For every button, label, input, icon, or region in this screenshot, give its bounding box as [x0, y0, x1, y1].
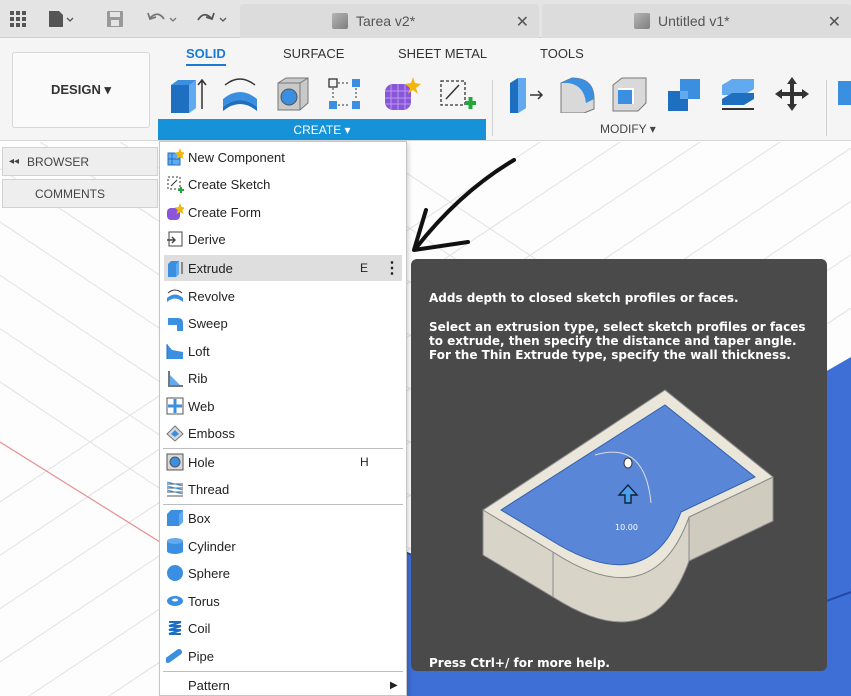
document-tab-tarea[interactable]: Tarea v2* ✕ [240, 4, 539, 38]
hole-tool-icon[interactable] [272, 75, 310, 113]
offset-face-tool-icon[interactable] [718, 75, 756, 113]
workspace-design-button[interactable]: DESIGN ▾ [12, 52, 150, 128]
comments-panel-button[interactable]: COMMENTS [2, 179, 158, 208]
revolve-tool-icon[interactable] [220, 75, 258, 113]
revolve-icon [165, 286, 185, 306]
modify-dropdown-button[interactable]: MODIFY ▾ [600, 122, 656, 136]
tooltip-title: Adds depth to closed sketch profiles or … [429, 291, 739, 305]
ribbon-toolbar: DESIGN ▾ SOLID SURFACE SHEET METAL TOOLS… [0, 38, 851, 141]
extrude-icon [165, 258, 185, 278]
menu-item-sweep[interactable]: Sweep [164, 310, 402, 336]
menu-item-coil[interactable]: Coil [164, 615, 402, 641]
close-icon[interactable]: ✕ [828, 12, 841, 32]
menu-item-hole[interactable]: Hole H [164, 449, 402, 475]
menu-item-pipe[interactable]: Pipe [164, 643, 402, 669]
pattern-icon [165, 675, 185, 695]
menu-item-cylinder[interactable]: Cylinder [164, 533, 402, 559]
move-tool-icon[interactable] [772, 75, 810, 113]
assemble-tool-icon[interactable] [836, 75, 851, 113]
comments-label: COMMENTS [35, 186, 105, 201]
collapse-arrow-icon: ◂◂ [9, 156, 20, 167]
title-bar: Tarea v2* ✕ Untitled v1* ✕ [0, 0, 851, 38]
cylinder-icon [165, 536, 185, 556]
menu-item-rib[interactable]: Rib [164, 365, 402, 391]
hand-drawn-arrow [412, 158, 516, 252]
menu-item-derive[interactable]: Derive [164, 226, 402, 252]
document-tab-label: Tarea v2* [356, 13, 416, 29]
box-icon [165, 508, 185, 528]
rectangular-pattern-tool-icon[interactable] [326, 75, 364, 113]
web-icon [165, 396, 185, 416]
document-tab-untitled[interactable]: Untitled v1* ✕ [542, 4, 851, 38]
menu-item-extrude[interactable]: Extrude E ⋮ [164, 255, 402, 281]
x-axis-line [0, 441, 161, 543]
submenu-arrow-icon: ▶ [390, 679, 398, 691]
shortcut-label: E [360, 261, 369, 275]
menu-item-pattern[interactable]: Pattern ▶ [164, 672, 402, 696]
tab-solid[interactable]: SOLID [186, 46, 226, 66]
close-icon[interactable]: ✕ [516, 12, 529, 32]
derive-icon [165, 229, 185, 249]
pipe-icon [165, 646, 185, 666]
browser-panel-button[interactable]: ◂◂ BROWSER [2, 147, 158, 176]
tooltip-description: Select an extrusion type, select sketch … [429, 320, 806, 362]
rib-icon [165, 368, 185, 388]
combine-tool-icon[interactable] [664, 75, 702, 113]
press-pull-tool-icon[interactable] [506, 75, 544, 113]
toolbar-divider [826, 80, 827, 136]
dimension-label: 10.00 [615, 523, 638, 532]
menu-item-emboss[interactable]: Emboss [164, 420, 402, 446]
create-dropdown-button[interactable]: CREATE ▾ [158, 119, 486, 140]
create-form-tool-icon[interactable] [381, 75, 421, 113]
menu-item-web[interactable]: Web [164, 393, 402, 419]
menu-item-create-form[interactable]: Create Form [164, 199, 402, 225]
tab-tools[interactable]: TOOLS [540, 46, 584, 61]
menu-item-create-sketch[interactable]: Create Sketch [164, 171, 402, 197]
extrude-tool-icon[interactable] [168, 75, 207, 113]
shell-tool-icon[interactable] [610, 75, 648, 113]
app-grid-icon[interactable] [10, 9, 26, 29]
create-sketch-icon [165, 174, 185, 194]
browser-label: BROWSER [27, 154, 90, 169]
menu-item-torus[interactable]: Torus [164, 588, 402, 614]
redo-icon[interactable] [194, 9, 228, 29]
loft-icon [165, 341, 185, 361]
menu-item-thread[interactable]: Thread [164, 476, 402, 502]
file-menu-icon[interactable] [48, 9, 74, 29]
torus-icon [165, 591, 185, 611]
menu-item-box[interactable]: Box [164, 505, 402, 531]
undo-icon[interactable] [146, 9, 178, 29]
create-dropdown-menu: New Component Create Sketch Create Form … [159, 141, 407, 696]
toolbar-divider [492, 80, 493, 136]
shortcut-label: H [360, 455, 369, 469]
create-sketch-tool-icon[interactable] [437, 75, 476, 113]
extrude-illustration: 10.00 [482, 389, 774, 623]
hole-icon [165, 452, 185, 472]
new-component-icon [165, 147, 185, 167]
fillet-tool-icon[interactable] [558, 75, 596, 114]
thread-icon [165, 479, 185, 499]
document-cube-icon [332, 13, 348, 29]
menu-item-new-component[interactable]: New Component [164, 144, 402, 170]
menu-item-revolve[interactable]: Revolve [164, 283, 402, 309]
model-body [825, 357, 851, 622]
create-form-icon [165, 202, 185, 222]
more-options-icon[interactable]: ⋮ [384, 258, 400, 278]
document-tab-label: Untitled v1* [658, 13, 730, 29]
menu-item-sphere[interactable]: Sphere [164, 560, 402, 586]
tab-surface[interactable]: SURFACE [283, 46, 344, 61]
menu-item-loft[interactable]: Loft [164, 338, 402, 364]
tab-sheet-metal[interactable]: SHEET METAL [398, 46, 487, 61]
sphere-icon [165, 563, 185, 583]
coil-icon [165, 618, 185, 638]
extrude-tooltip: Adds depth to closed sketch profiles or … [411, 259, 827, 671]
sweep-icon [165, 313, 185, 333]
save-icon[interactable] [106, 9, 124, 29]
emboss-icon [165, 423, 185, 443]
tooltip-help-text: Press Ctrl+/ for more help. [429, 656, 610, 670]
document-cube-icon [634, 13, 650, 29]
